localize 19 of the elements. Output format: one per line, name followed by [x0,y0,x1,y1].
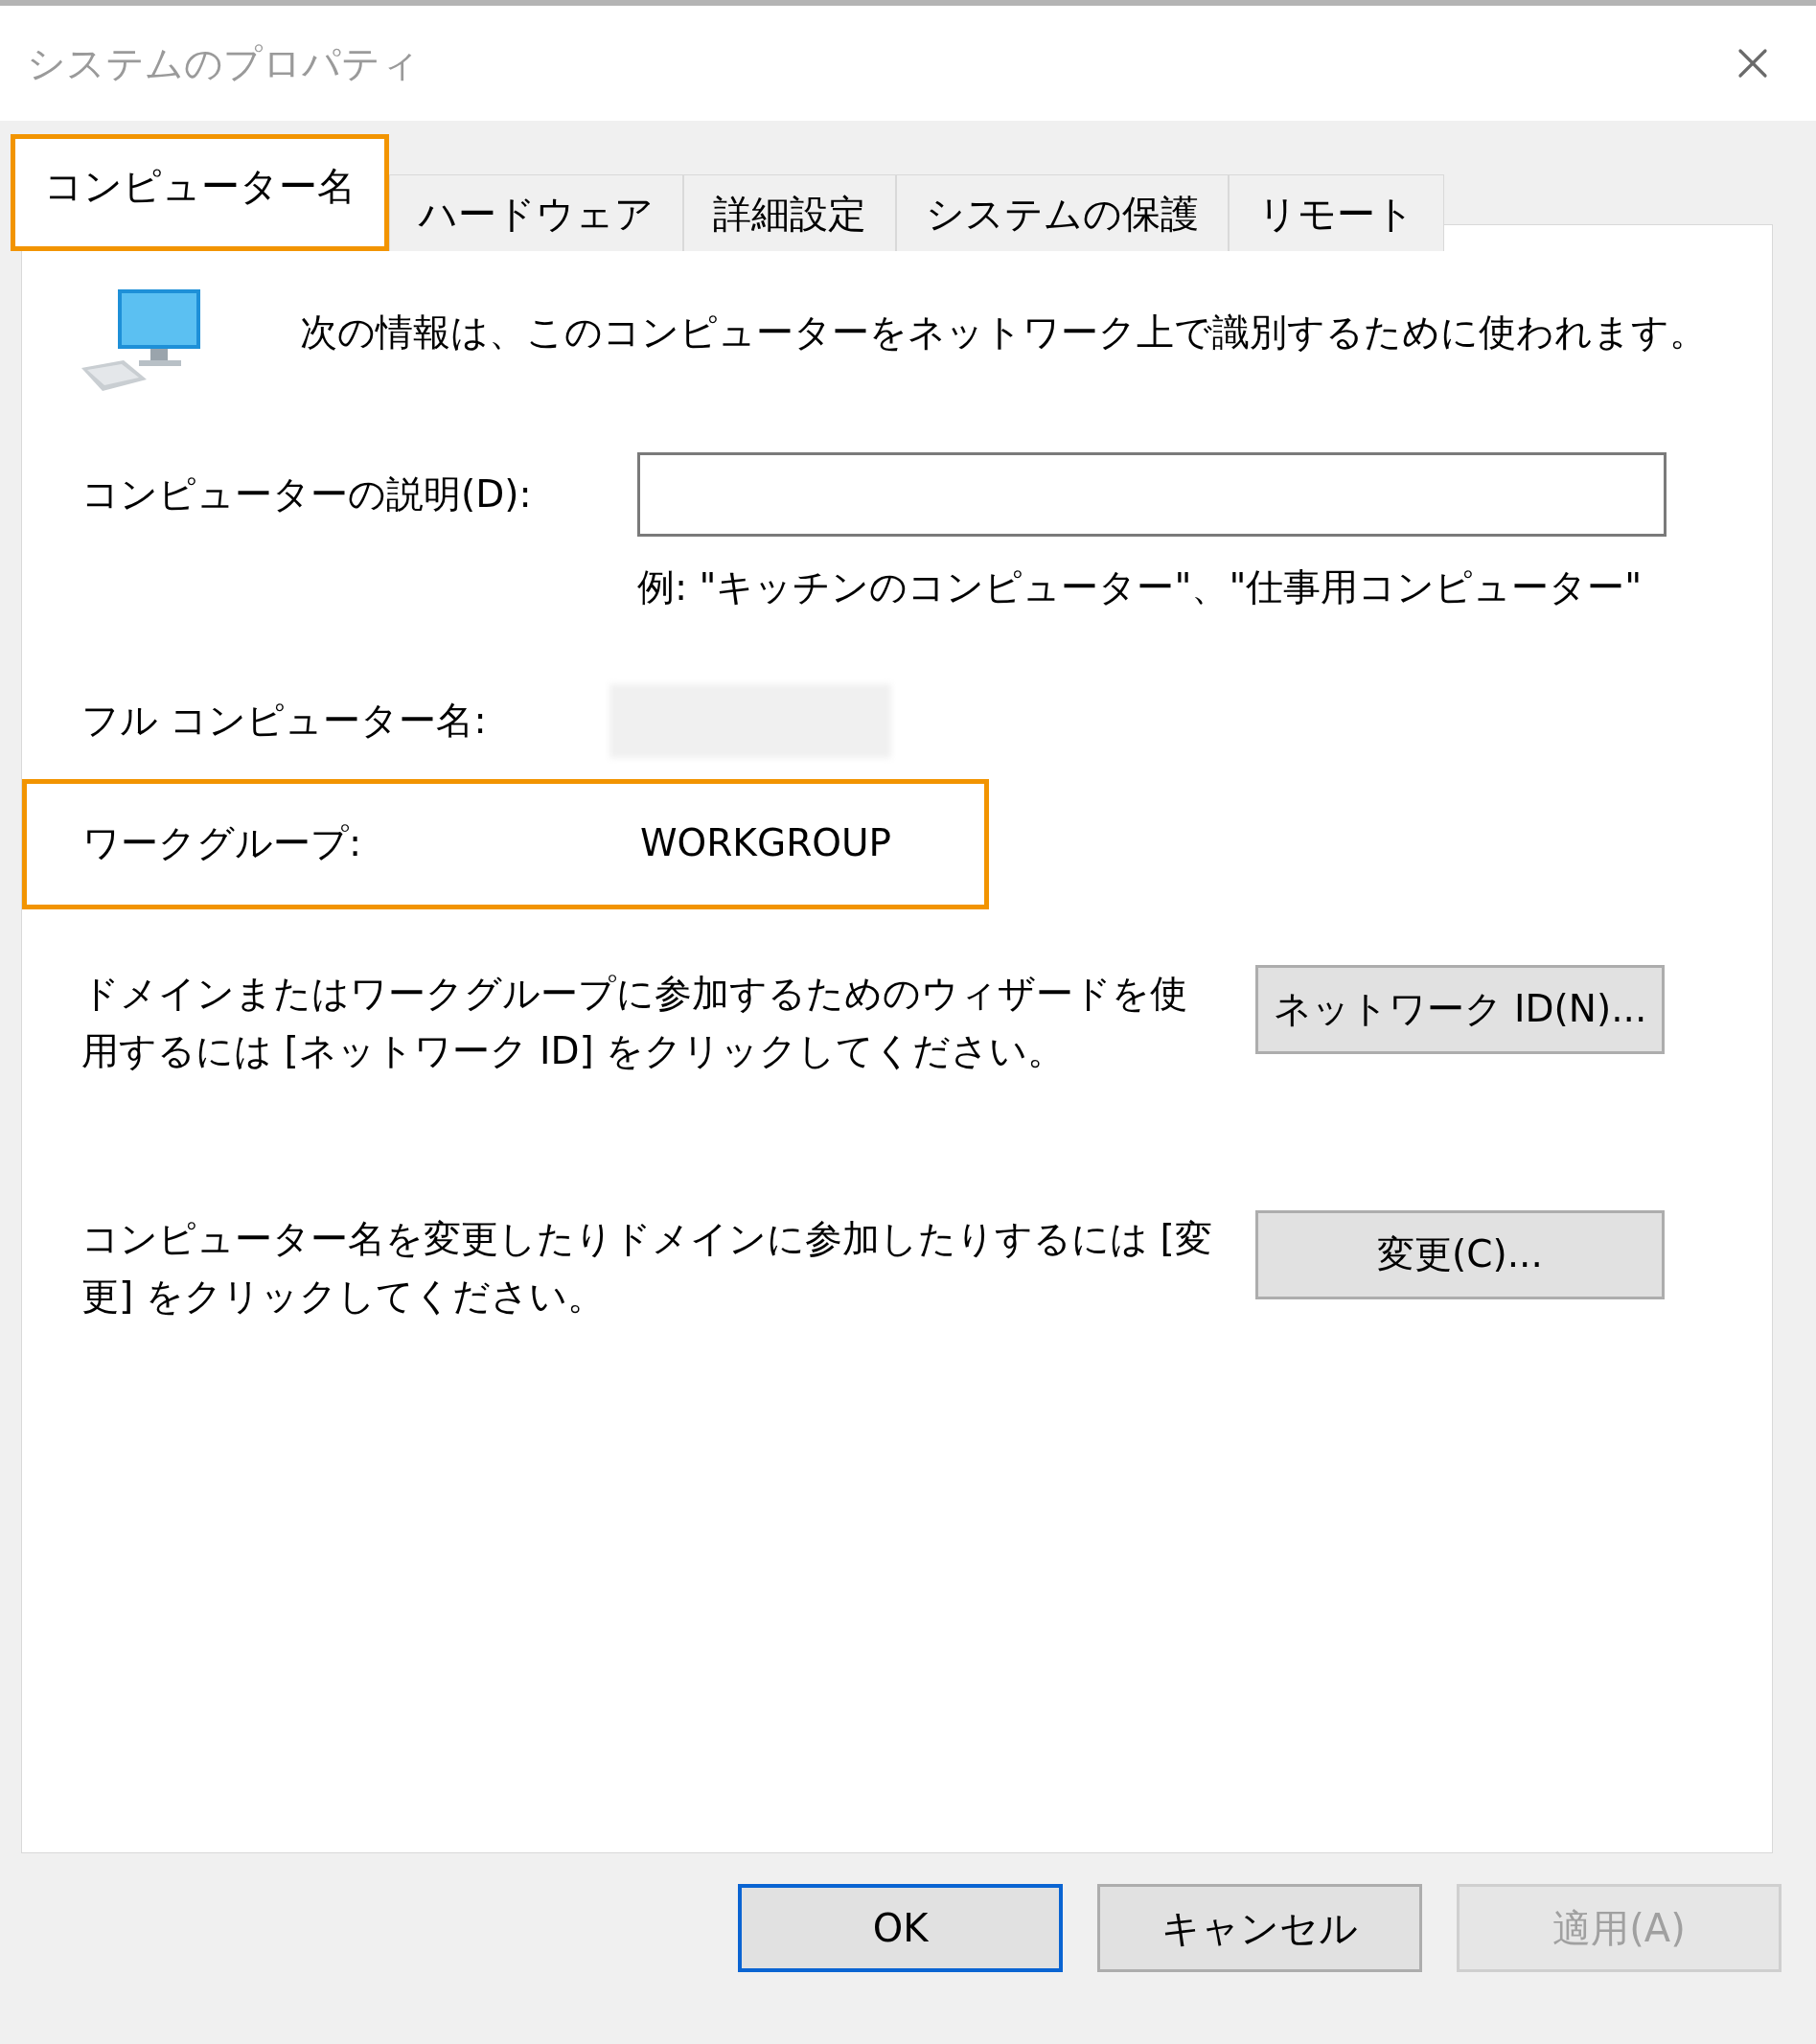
dialog-button[interactable]: キャンセル [1097,1884,1422,1972]
instruction-text: コンピューター名を変更したりドメインに参加したりするには [変更] をクリックしてください。 [81,1215,1212,1320]
window-title: システムのプロパティ [27,40,420,87]
tab[interactable]: 詳細設定 [683,174,896,251]
tab[interactable]: システムの保護 [896,174,1229,251]
example-text: 例: "キッチンのコンピューター"、"仕事用コンピューター" [637,564,1644,610]
full-name-label: フル コンピューター名: [81,698,488,745]
description-field[interactable] [637,452,1667,537]
workgroup-label: ワークグループ: [82,820,363,867]
action-button[interactable]: 変更(C)... [1255,1209,1665,1299]
dialog-button[interactable]: OK [738,1884,1063,1972]
workgroup-value: WORKGROUP [640,820,891,867]
tab[interactable]: リモート [1229,174,1444,251]
action-button[interactable]: ネットワーク ID(N)... [1255,964,1665,1054]
tab[interactable]: コンピューター名 [11,134,389,251]
intro-text: 次の情報は、このコンピューターをネットワーク上で識別するために使われます。 [300,310,1707,356]
instruction-text: ドメインまたはワークグループに参加するためのウィザードを使用するには [ネットワーク ID] をクリックしてください。 [81,970,1188,1074]
description-label: コンピューターの説明(D): [81,471,533,517]
tab[interactable]: ハードウェア [389,174,683,251]
